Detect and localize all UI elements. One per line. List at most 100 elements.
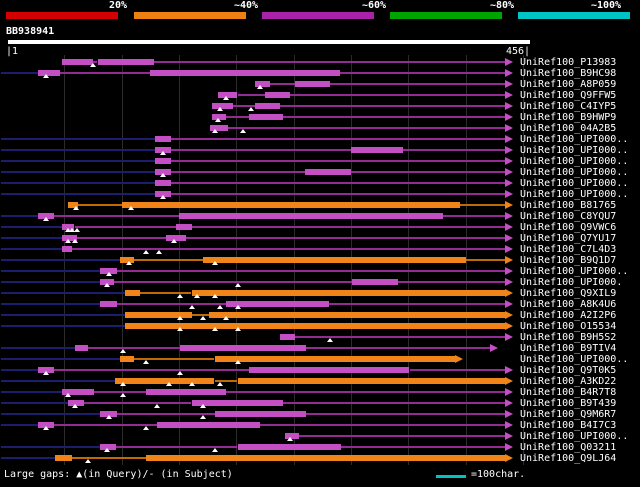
alignment-segment[interactable] [398, 281, 505, 283]
alignment-segment[interactable] [260, 424, 505, 426]
alignment-segment[interactable] [55, 455, 73, 461]
alignment-segment[interactable] [74, 345, 89, 351]
alignment-segment[interactable] [53, 424, 158, 426]
alignment-segment[interactable] [121, 202, 460, 208]
alignment-segment[interactable] [115, 446, 238, 448]
alignment-segment[interactable] [402, 149, 505, 151]
alignment-segment[interactable] [305, 169, 351, 175]
alignment-segment[interactable] [72, 248, 505, 250]
alignment-segment[interactable] [237, 444, 341, 450]
alignment-segment[interactable] [290, 94, 505, 96]
alignment-segment[interactable] [465, 259, 505, 261]
alignment-segment[interactable] [170, 138, 505, 140]
alignment-segment[interactable] [139, 292, 192, 294]
alignment-segment[interactable] [59, 72, 151, 74]
alignment-segment[interactable] [150, 70, 340, 76]
alignment-segment[interactable] [191, 226, 505, 228]
alignment-segment[interactable] [214, 411, 307, 417]
alignment-segment[interactable] [117, 303, 226, 305]
alignment-segment[interactable] [117, 270, 505, 272]
alignment-segment[interactable] [120, 356, 135, 362]
alignment-segment[interactable] [76, 237, 167, 239]
hit-accession-label[interactable]: UniRef100_B9T439 [520, 398, 616, 409]
alignment-segment[interactable] [237, 378, 505, 384]
hit-accession-label[interactable]: UniRef100_A3KD22 [520, 376, 616, 387]
hit-accession-label[interactable]: UniRef100_Q9LJ64 [520, 453, 616, 464]
alignment-segment[interactable] [226, 116, 249, 118]
alignment-segment[interactable] [170, 160, 505, 162]
alignment-segment[interactable] [409, 369, 505, 371]
alignment-segment[interactable] [306, 347, 490, 349]
alignment-segment[interactable] [99, 301, 117, 307]
alignment-segment[interactable] [306, 413, 505, 415]
alignment-segment[interactable] [53, 215, 179, 217]
hit-accession-label[interactable]: UniRef100_B4R7T8 [520, 387, 616, 398]
alignment-segment[interactable] [145, 455, 505, 461]
alignment-segment[interactable] [269, 83, 295, 85]
hit-accession-label[interactable]: UniRef100_UPI000.. [520, 167, 628, 178]
hit-accession-label[interactable]: UniRef100_B9H5S2 [520, 332, 616, 343]
hit-accession-label[interactable]: UniRef100_Q7YU17 [520, 233, 616, 244]
alignment-segment[interactable] [114, 378, 215, 384]
alignment-segment[interactable] [203, 257, 466, 263]
hit-accession-label[interactable]: UniRef100_A2I2P6 [520, 310, 616, 321]
alignment-segment[interactable] [53, 369, 249, 371]
alignment-segment[interactable] [145, 389, 226, 395]
alignment-segment[interactable] [170, 182, 505, 184]
alignment-segment[interactable] [74, 226, 176, 228]
hit-accession-label[interactable]: UniRef100_UPI000.. [520, 156, 628, 167]
hit-accession-label[interactable]: UniRef100_Q9VWC6 [520, 222, 616, 233]
alignment-segment[interactable] [351, 171, 505, 173]
alignment-segment[interactable] [157, 422, 261, 428]
alignment-segment[interactable] [279, 334, 295, 340]
alignment-segment[interactable] [294, 81, 331, 87]
alignment-segment[interactable] [226, 391, 505, 393]
alignment-segment[interactable] [299, 435, 505, 437]
alignment-segment[interactable] [214, 356, 456, 362]
alignment-segment[interactable] [248, 114, 284, 120]
alignment-segment[interactable] [170, 149, 351, 151]
alignment-segment[interactable] [226, 301, 330, 307]
hit-accession-label[interactable]: UniRef100_UPI000. [520, 277, 622, 288]
alignment-segment[interactable] [442, 215, 505, 217]
alignment-segment[interactable] [113, 281, 353, 283]
hit-accession-label[interactable]: UniRef100_UPI000.. [520, 266, 628, 277]
hit-accession-label[interactable]: UniRef100_C4IYP5 [520, 101, 616, 112]
hit-accession-label[interactable]: UniRef100_Q9FFW5 [520, 90, 616, 101]
alignment-segment[interactable] [72, 457, 146, 459]
hit-accession-label[interactable]: UniRef100_B9HWP9 [520, 112, 616, 123]
hit-accession-label[interactable]: UniRef100_Q9XIL9 [520, 288, 616, 299]
alignment-segment[interactable] [460, 204, 505, 206]
hit-accession-label[interactable]: UniRef100_B81765 [520, 200, 616, 211]
alignment-segment[interactable] [180, 345, 307, 351]
alignment-segment[interactable] [78, 204, 122, 206]
hit-accession-label[interactable]: UniRef100_UPI000.. [520, 354, 628, 365]
alignment-segment[interactable] [154, 180, 171, 186]
alignment-segment[interactable] [170, 171, 306, 173]
alignment-segment[interactable] [191, 290, 505, 296]
alignment-segment[interactable] [254, 103, 280, 109]
hit-accession-label[interactable]: UniRef100_Q9M6R7 [520, 409, 616, 420]
alignment-segment[interactable] [83, 402, 192, 404]
alignment-segment[interactable] [339, 72, 505, 74]
alignment-segment[interactable] [61, 59, 93, 65]
hit-accession-label[interactable]: UniRef100_A8K4U6 [520, 299, 616, 310]
alignment-segment[interactable] [248, 367, 410, 373]
alignment-segment[interactable] [352, 279, 399, 285]
alignment-segment[interactable] [178, 213, 443, 219]
alignment-segment[interactable] [283, 116, 505, 118]
hit-accession-label[interactable]: UniRef100_C7L4D3 [520, 244, 616, 255]
alignment-segment[interactable] [283, 402, 505, 404]
alignment-segment[interactable] [153, 61, 505, 63]
alignment-segment[interactable] [185, 237, 505, 239]
hit-accession-label[interactable]: UniRef100_Q9T0K5 [520, 365, 616, 376]
hit-accession-label[interactable]: UniRef100_C8YQU7 [520, 211, 616, 222]
alignment-segment[interactable] [175, 224, 192, 230]
hit-accession-label[interactable]: UniRef100_UPI000.. [520, 145, 628, 156]
hit-accession-label[interactable]: UniRef100_P13983 [520, 57, 616, 68]
hit-accession-label[interactable]: UniRef100_04A2B5 [520, 123, 616, 134]
alignment-segment[interactable] [134, 259, 203, 261]
alignment-segment[interactable] [88, 347, 181, 349]
hit-accession-label[interactable]: UniRef100_UPI000.. [520, 134, 628, 145]
hit-accession-label[interactable]: UniRef100_B9Q1D7 [520, 255, 616, 266]
